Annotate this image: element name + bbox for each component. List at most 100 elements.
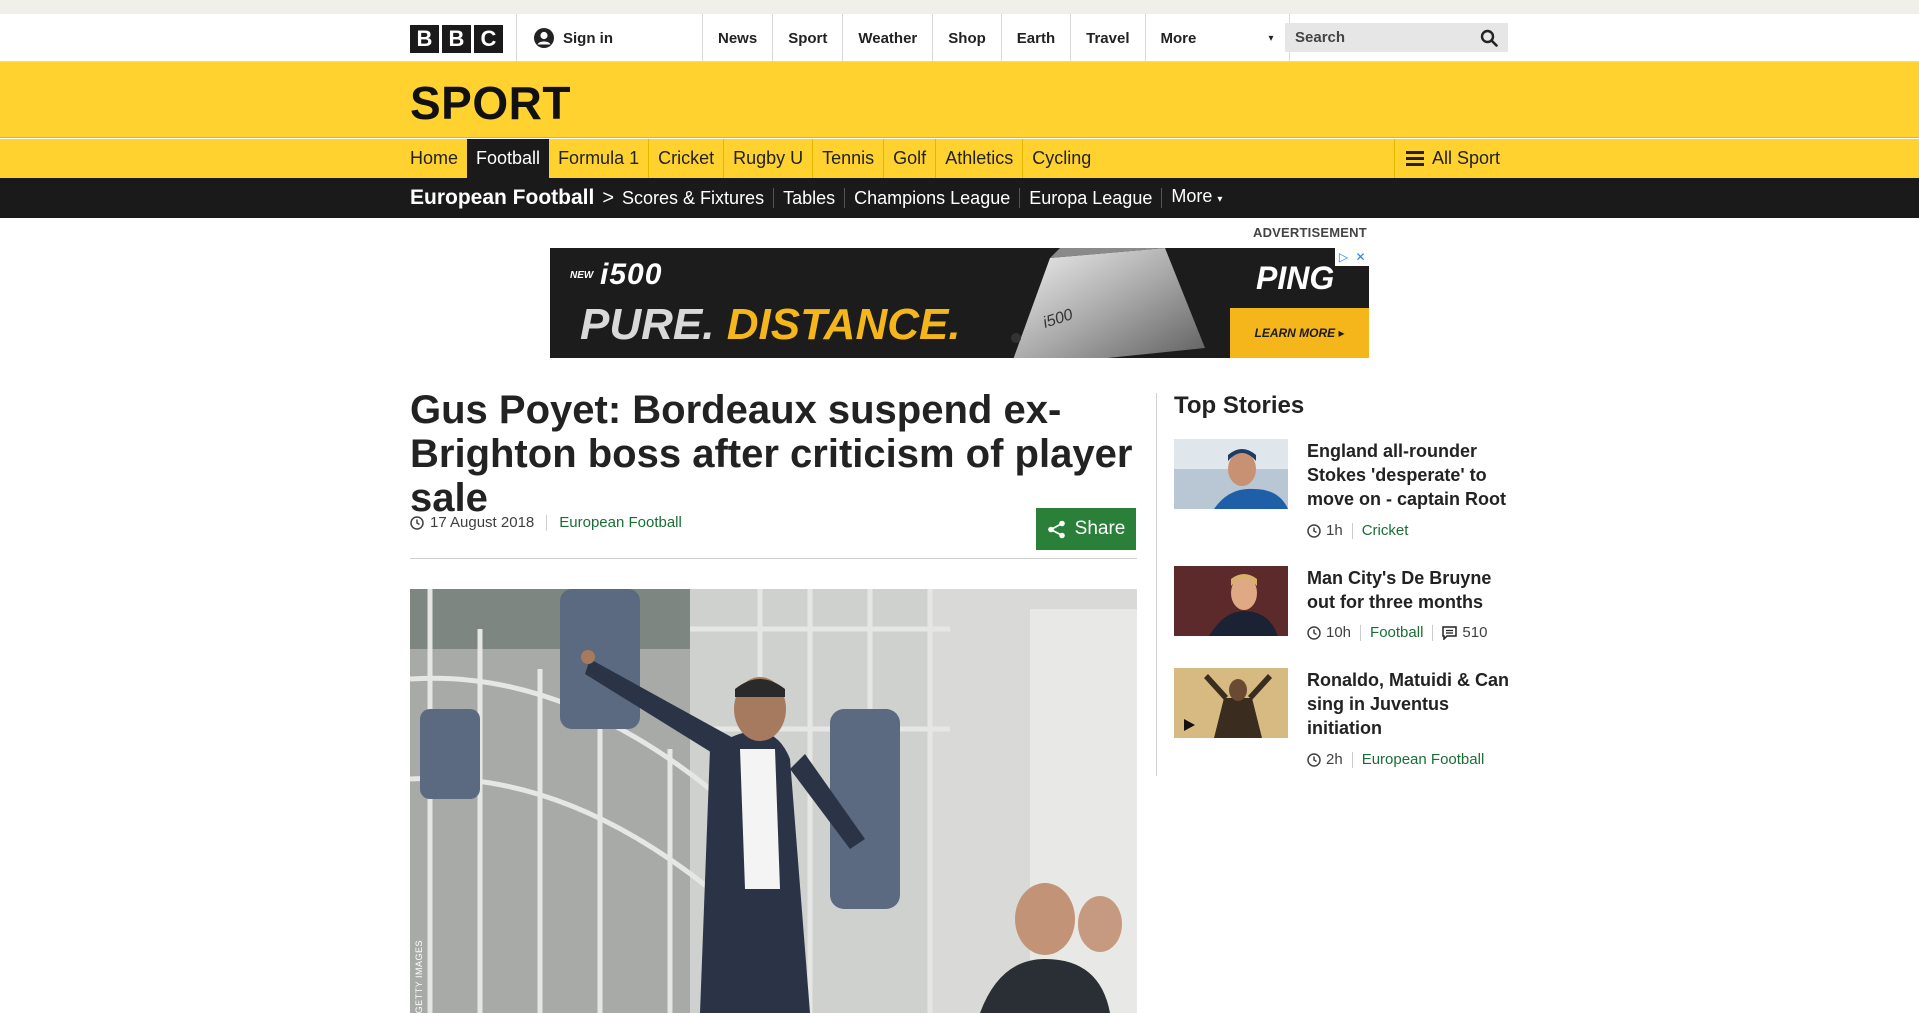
story-section-link[interactable]: Football [1370, 624, 1423, 641]
ad-product-name: i500 [600, 258, 663, 291]
bbc-masthead: B B C Sign in News Sport Weather Shop Ea… [0, 14, 1919, 62]
section-title-link[interactable]: European Football [410, 186, 594, 210]
subnav-more[interactable]: More ▾ [1162, 186, 1231, 210]
sport-nav-formula-1[interactable]: Formula 1 [549, 139, 650, 178]
comments-icon[interactable] [1442, 625, 1458, 640]
masthead-nav-weather[interactable]: Weather [842, 14, 932, 62]
search-icon[interactable] [1480, 29, 1498, 47]
subnav-champions-league[interactable]: Champions League [845, 188, 1021, 208]
story-section-link[interactable]: Cricket [1362, 522, 1409, 539]
article-date: 17 August 2018 [430, 514, 535, 531]
story-headline[interactable]: England all-rounder Stokes 'desperate' t… [1307, 439, 1519, 511]
masthead-nav-more[interactable]: More ▾ [1144, 14, 1290, 62]
masthead-nav-news[interactable]: News [702, 14, 772, 62]
masthead-nav-earth[interactable]: Earth [1000, 14, 1070, 62]
de-bruyne-photo [1174, 566, 1288, 636]
user-icon [534, 28, 554, 48]
story-time: 10h [1326, 624, 1352, 641]
bbc-logo-block: C [474, 25, 503, 53]
ad-close-icon[interactable]: ✕ [1352, 248, 1369, 266]
search-input[interactable]: Search [1285, 23, 1508, 52]
subnav-europa-league[interactable]: Europa League [1020, 188, 1163, 208]
clock-icon [410, 515, 424, 530]
bbc-logo-block: B [442, 25, 471, 53]
subnav-more-label: More [1171, 186, 1213, 206]
advertisement-banner[interactable]: NEW i500 PURE. DISTANCE. i500 PING LEARN… [550, 248, 1369, 358]
share-button[interactable]: Share [1036, 508, 1136, 550]
story-section-link[interactable]: European Football [1362, 751, 1485, 768]
hamburger-icon [1405, 151, 1424, 166]
browser-top-strip [0, 0, 1919, 14]
meta-divider [1432, 624, 1434, 641]
subnav-tables[interactable]: Tables [774, 188, 846, 208]
masthead-nav-sport[interactable]: Sport [772, 14, 842, 62]
all-sport-button[interactable]: All Sport [1394, 139, 1510, 178]
sidebar-divider [1156, 393, 1157, 776]
article-hero-image[interactable]: GETTY IMAGES [410, 589, 1137, 1013]
chevron-right-icon: > [602, 186, 615, 209]
story-thumbnail[interactable] [1174, 668, 1288, 738]
play-icon[interactable] [1182, 718, 1196, 732]
sport-nav-football[interactable]: Football [467, 139, 550, 178]
caret-down-icon: ▾ [1268, 32, 1274, 44]
clock-icon [1307, 752, 1321, 767]
ad-choices-icon[interactable]: ▷ [1335, 248, 1352, 266]
ad-brand-logo: PING [1256, 260, 1335, 296]
sign-in-link[interactable]: Sign in [533, 14, 613, 62]
story-headline[interactable]: Man City's De Bruyne out for three month… [1307, 566, 1519, 614]
masthead-nav: News Sport Weather Shop Earth Travel Mor… [702, 14, 1290, 62]
story-meta: 1h Cricket [1307, 522, 1408, 539]
article-headline: Gus Poyet: Bordeaux suspend ex-Brighton … [410, 388, 1133, 520]
story-thumbnail[interactable] [1174, 439, 1288, 509]
story-time: 1h [1326, 522, 1343, 539]
article-section-link[interactable]: European Football [559, 514, 682, 531]
search-placeholder: Search [1295, 29, 1346, 46]
clock-icon [1307, 523, 1321, 538]
story-headline[interactable]: Ronaldo, Matuidi & Can sing in Juventus … [1307, 668, 1519, 740]
share-icon [1047, 520, 1065, 538]
stadium-photo [410, 589, 1137, 1013]
stokes-photo [1174, 439, 1288, 509]
caret-down-icon: ▾ [1217, 194, 1223, 205]
story-comment-count[interactable]: 510 [1462, 624, 1487, 641]
ad-tagline: PURE. DISTANCE. [580, 300, 961, 350]
meta-divider [1360, 624, 1362, 641]
story-meta: 2h European Football [1307, 751, 1484, 768]
sport-nav-tennis[interactable]: Tennis [813, 139, 885, 178]
ad-new-tag: NEW [570, 270, 594, 281]
sport-nav-golf[interactable]: Golf [884, 139, 937, 178]
share-label: Share [1074, 518, 1126, 539]
article-divider [410, 558, 1137, 559]
ad-tagline-distance: DISTANCE. [726, 300, 961, 349]
ad-learn-more-button[interactable]: LEARN MORE ▸ [1230, 308, 1369, 358]
top-stories-title: Top Stories [1174, 392, 1305, 419]
story-thumbnail[interactable] [1174, 566, 1288, 636]
masthead-more-label: More [1160, 29, 1197, 47]
sign-in-label: Sign in [563, 29, 613, 47]
story-time: 2h [1326, 751, 1343, 768]
section-subnav: European Football > Scores & Fixtures Ta… [0, 178, 1919, 218]
article-meta: 17 August 2018 European Football [410, 514, 682, 531]
sport-nav-athletics[interactable]: Athletics [936, 139, 1024, 178]
subnav-scores-fixtures[interactable]: Scores & Fixtures [622, 188, 775, 208]
advertisement-label: ADVERTISEMENT [1253, 225, 1367, 240]
golf-club-image: i500 [1011, 248, 1205, 358]
ad-choices[interactable]: ▷ ✕ [1335, 248, 1369, 266]
masthead-nav-shop[interactable]: Shop [932, 14, 1001, 62]
sport-nav-rugby-u[interactable]: Rugby U [724, 139, 814, 178]
clock-icon [1307, 625, 1321, 640]
meta-divider [1351, 522, 1353, 539]
bbc-logo[interactable]: B B C [410, 25, 503, 53]
all-sport-label: All Sport [1431, 148, 1500, 168]
sport-nav: Home Football Formula 1 Cricket Rugby U … [0, 139, 1919, 178]
sport-nav-cycling[interactable]: Cycling [1023, 139, 1100, 178]
ad-tagline-pure: PURE. [580, 300, 715, 349]
bbc-logo-block: B [410, 25, 439, 53]
masthead-nav-travel[interactable]: Travel [1070, 14, 1144, 62]
story-meta: 10h Football 510 [1307, 624, 1487, 641]
masthead-divider [516, 14, 517, 62]
sport-nav-home[interactable]: Home [410, 139, 467, 178]
sport-header: SPORT [0, 62, 1919, 138]
sport-nav-cricket[interactable]: Cricket [649, 139, 725, 178]
sport-title[interactable]: SPORT [410, 76, 571, 130]
